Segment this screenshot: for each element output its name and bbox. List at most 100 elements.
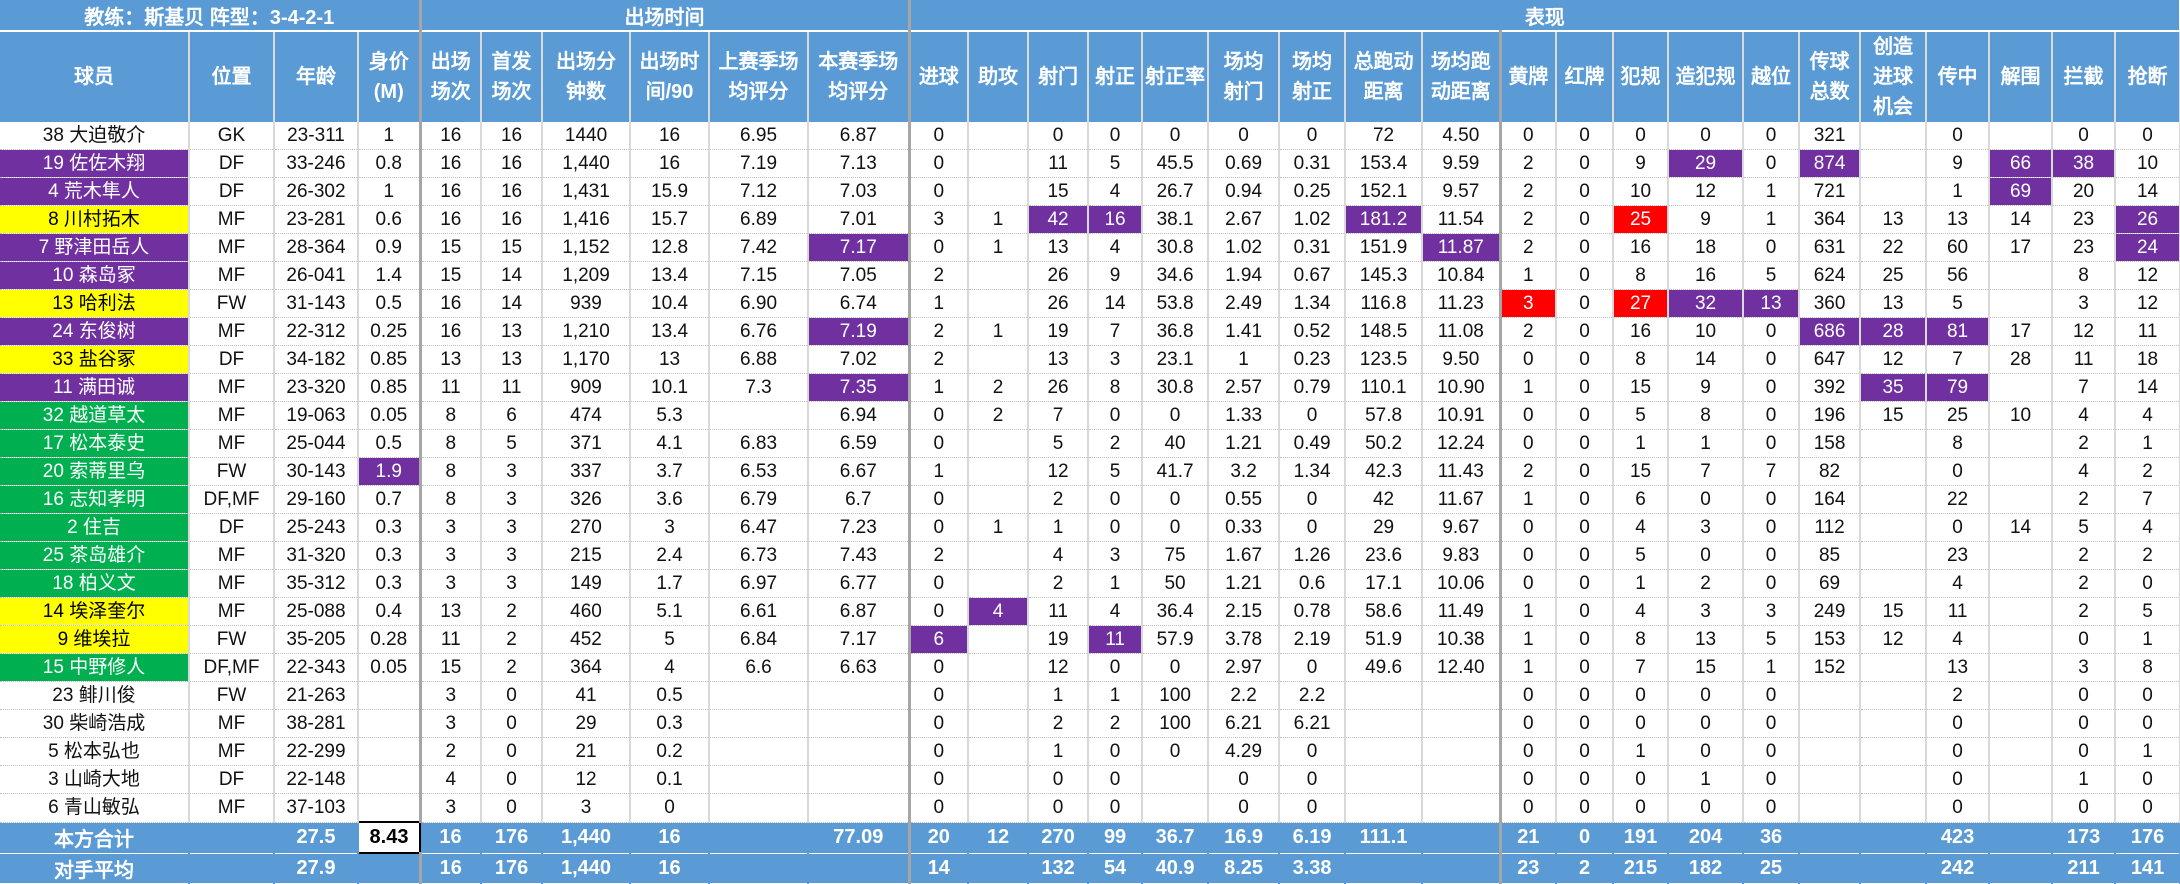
player-name-cell[interactable]: 8 川村拓木 [0, 205, 190, 234]
clearances-cell: 66 [1989, 149, 2054, 178]
minutes-per-90-summary-cell: 16 [630, 822, 711, 854]
shots-cell: 5 [1028, 429, 1090, 458]
player-name-cell[interactable]: 32 越道草太 [0, 401, 190, 430]
column-header-shots[interactable]: 射门 [1028, 31, 1090, 122]
fouled-cell: 15 [1668, 653, 1745, 682]
shots-on-target-cell: 2 [1088, 709, 1144, 738]
clearances-cell [1989, 653, 2054, 682]
column-header-shots-per-game[interactable]: 场均 射门 [1208, 31, 1281, 122]
player-name-cell[interactable]: 14 埃泽奎尔 [0, 597, 190, 626]
player-name-cell[interactable]: 5 松本弘也 [0, 737, 190, 766]
column-header-position[interactable]: 位置 [189, 31, 275, 122]
player-name-cell[interactable]: 15 中野修人 [0, 653, 190, 682]
starts-cell: 3 [481, 513, 544, 542]
player-name-cell[interactable]: 24 东俊树 [0, 317, 190, 346]
assists-cell [968, 709, 1030, 738]
player-name-cell[interactable]: 16 志知孝明 [0, 485, 190, 514]
column-header-age[interactable]: 年龄 [274, 31, 359, 122]
table-row[interactable]: 13 哈利法 FW 31-143 0.5 16 14 939 10.4 6.90 6.74 1 26 1… [0, 289, 2180, 318]
player-name-cell[interactable]: 25 茶岛雄介 [0, 541, 190, 570]
table-row[interactable]: 15 中野修人 DF,MF 22-343 0.05 15 2 364 4 6.6 6.63 0 12 0… [0, 653, 2180, 682]
player-name-cell[interactable]: 20 索蒂里乌 [0, 457, 190, 486]
column-header-crosses[interactable]: 传中 [1926, 31, 1991, 122]
player-name-cell[interactable]: 4 荒木隼人 [0, 177, 190, 206]
table-row[interactable]: 38 大迫敬介 GK 23-311 1 16 16 1440 16 6.95 6.87 0 0 0 0 0 0… [0, 122, 2180, 150]
player-name-cell[interactable]: 38 大迫敬介 [0, 122, 190, 150]
table-row[interactable]: 10 森岛冢 MF 26-041 1.4 15 14 1,209 13.4 7.15 7.05 2 2… [0, 261, 2180, 290]
player-name-cell[interactable]: 13 哈利法 [0, 289, 190, 318]
column-header-goals[interactable]: 进球 [909, 31, 970, 122]
minutes-summary-cell: 1,440 [542, 853, 632, 884]
table-row[interactable]: 33 盐谷冢 DF 34-182 0.85 13 13 1,170 13 6.88 7.02 2 13… [0, 345, 2180, 374]
column-header-interceptions[interactable]: 拦截 [2052, 31, 2117, 122]
column-header-total-distance[interactable]: 总跑动 距离 [1345, 31, 1424, 122]
table-row[interactable]: 9 维埃拉 FW 35-205 0.28 11 2 452 5 6.84 7.17 6 19 11 57.… [0, 625, 2180, 654]
column-header-distance-per-game[interactable]: 场均跑 动距离 [1422, 31, 1502, 122]
crosses-cell: 79 [1926, 373, 1991, 402]
table-row[interactable]: 20 索蒂里乌 FW 30-143 1.9 8 3 337 3.7 6.53 6.67 1 12 5 41… [0, 457, 2180, 486]
table-row[interactable]: 18 柏义文 MF 35-312 0.3 3 3 149 1.7 6.97 6.77 0 2 1 50 1.… [0, 569, 2180, 598]
player-name-cell[interactable]: 10 森岛冢 [0, 261, 190, 290]
column-header-assists[interactable]: 助攻 [968, 31, 1030, 122]
table-row[interactable]: 3 山崎大地 DF 22-148 4 0 12 0.1 0 0 0 0 0 0 0 0 1 0 0 1 0 [0, 765, 2180, 794]
sot-per-game-cell: 0 [1279, 485, 1347, 514]
shots-cell: 42 [1028, 205, 1090, 234]
column-header-apps[interactable]: 出场 场次 [420, 31, 483, 122]
table-row[interactable]: 25 茶岛雄介 MF 31-320 0.3 3 3 215 2.4 6.73 7.43 2 4 3 75 1… [0, 541, 2180, 570]
table-row[interactable]: 30 柴崎浩成 MF 38-281 3 0 29 0.3 0 2 2 100 6.21 6.21 0 0 0 0… [0, 709, 2180, 738]
table-row[interactable]: 23 鲱川俊 FW 21-263 3 0 41 0.5 0 1 1 100 2.2 2.2 0 0 0 0 0 2 0… [0, 681, 2180, 710]
column-header-chances-created[interactable]: 创造 进球 机会 [1860, 31, 1928, 122]
player-name-cell[interactable]: 6 青山敏弘 [0, 793, 190, 823]
goals-cell: 3 [909, 205, 970, 234]
player-name-cell[interactable]: 23 鲱川俊 [0, 681, 190, 710]
column-header-this-season-rating[interactable]: 本赛季场 均评分 [808, 31, 911, 122]
column-header-clearances[interactable]: 解围 [1989, 31, 2054, 122]
table-row[interactable]: 32 越道草太 MF 19-063 0.05 8 6 474 5.3 6.94 0 2 7 0 0 1.33… [0, 401, 2180, 430]
column-header-red-cards[interactable]: 红牌 [1556, 31, 1615, 122]
player-name-cell[interactable]: 19 佐佐木翔 [0, 149, 190, 178]
player-name-cell[interactable]: 7 野津田岳人 [0, 233, 190, 262]
column-header-passes[interactable]: 传球 总数 [1799, 31, 1862, 122]
column-header-shot-accuracy[interactable]: 射正率 [1142, 31, 1210, 122]
column-header-player[interactable]: 球员 [0, 31, 190, 122]
column-header-minutes[interactable]: 出场分 钟数 [542, 31, 632, 122]
passes-cell: 196 [1799, 401, 1862, 430]
table-row[interactable]: 16 志知孝明 DF,MF 29-160 0.7 8 3 326 3.6 6.79 6.7 0 2 0 0… [0, 485, 2180, 514]
column-header-sot-per-game[interactable]: 场均 射正 [1279, 31, 1347, 122]
column-header-yellow-cards[interactable]: 黄牌 [1500, 31, 1558, 122]
column-header-tackles[interactable]: 抢断 [2115, 31, 2180, 122]
table-row[interactable]: 7 野津田岳人 MF 28-364 0.9 15 15 1,152 12.8 7.42 7.17 0… [0, 233, 2180, 262]
column-header-last-season-rating[interactable]: 上赛季场 均评分 [709, 31, 810, 122]
column-header-offsides[interactable]: 越位 [1743, 31, 1801, 122]
table-row[interactable]: 19 佐佐木翔 DF 33-246 0.8 16 16 1,440 16 7.19 7.13 0 11… [0, 149, 2180, 178]
table-row[interactable]: 5 松本弘也 MF 22-299 2 0 21 0.2 0 1 0 0 4.29 0 0 0 1 0 0 0 0 1 [0, 737, 2180, 766]
player-name-cell[interactable]: 17 松本泰史 [0, 429, 190, 458]
table-row[interactable]: 4 荒木隼人 DF 26-302 1 16 16 1,431 15.9 7.12 7.03 0 15 4… [0, 177, 2180, 206]
table-row[interactable]: 11 满田诚 MF 23-320 0.85 11 11 909 10.1 7.3 7.35 1 2 26… [0, 373, 2180, 402]
table-row[interactable]: 17 松本泰史 MF 25-044 0.5 8 5 371 4.1 6.83 6.59 0 5 2 40 1… [0, 429, 2180, 458]
column-header-starts[interactable]: 首发 场次 [481, 31, 544, 122]
column-header-fouled[interactable]: 造犯规 [1668, 31, 1745, 122]
column-header-minutes-per-90[interactable]: 出场时 间/90 [630, 31, 711, 122]
player-name-cell[interactable]: 9 维埃拉 [0, 625, 190, 654]
player-name-cell[interactable]: 3 山崎大地 [0, 765, 190, 794]
column-header-value[interactable]: 身价 (M) [358, 31, 422, 122]
assists-cell: 1 [968, 317, 1030, 346]
column-header-fouls[interactable]: 犯规 [1613, 31, 1670, 122]
table-row[interactable]: 24 东俊树 MF 22-312 0.25 16 13 1,210 13.4 6.76 7.19 2… [0, 317, 2180, 346]
interceptions-cell: 2 [2052, 569, 2117, 598]
player-name-cell[interactable]: 11 满田诚 [0, 373, 190, 402]
player-name-cell[interactable]: 33 盐谷冢 [0, 345, 190, 374]
yellow-cards-cell: 2 [1500, 149, 1558, 178]
table-row[interactable]: 2 住吉 DF 25-243 0.3 3 3 270 3 6.47 7.23 0 1 1 0 0 0.33 0 2… [0, 513, 2180, 542]
playing-time-header: 出场时间 [420, 0, 911, 32]
table-row[interactable]: 6 青山敏弘 MF 37-103 3 0 3 0 0 0 0 0 0 0 0 0 0 0 0 0 0 [0, 793, 2180, 823]
starts-cell: 3 [481, 541, 544, 570]
table-row[interactable]: 8 川村拓木 MF 23-281 0.6 16 16 1,416 15.7 6.89 7.01 3 1… [0, 205, 2180, 234]
table-row[interactable]: 14 埃泽奎尔 MF 25-088 0.4 13 2 460 5.1 6.61 6.87 0 4 11 4… [0, 597, 2180, 626]
player-name-cell[interactable]: 30 柴崎浩成 [0, 709, 190, 738]
value-cell: 0.9 [358, 233, 422, 262]
player-name-cell[interactable]: 2 住吉 [0, 513, 190, 542]
column-header-shots-on-target[interactable]: 射正 [1088, 31, 1144, 122]
player-name-cell[interactable]: 18 柏义文 [0, 569, 190, 598]
